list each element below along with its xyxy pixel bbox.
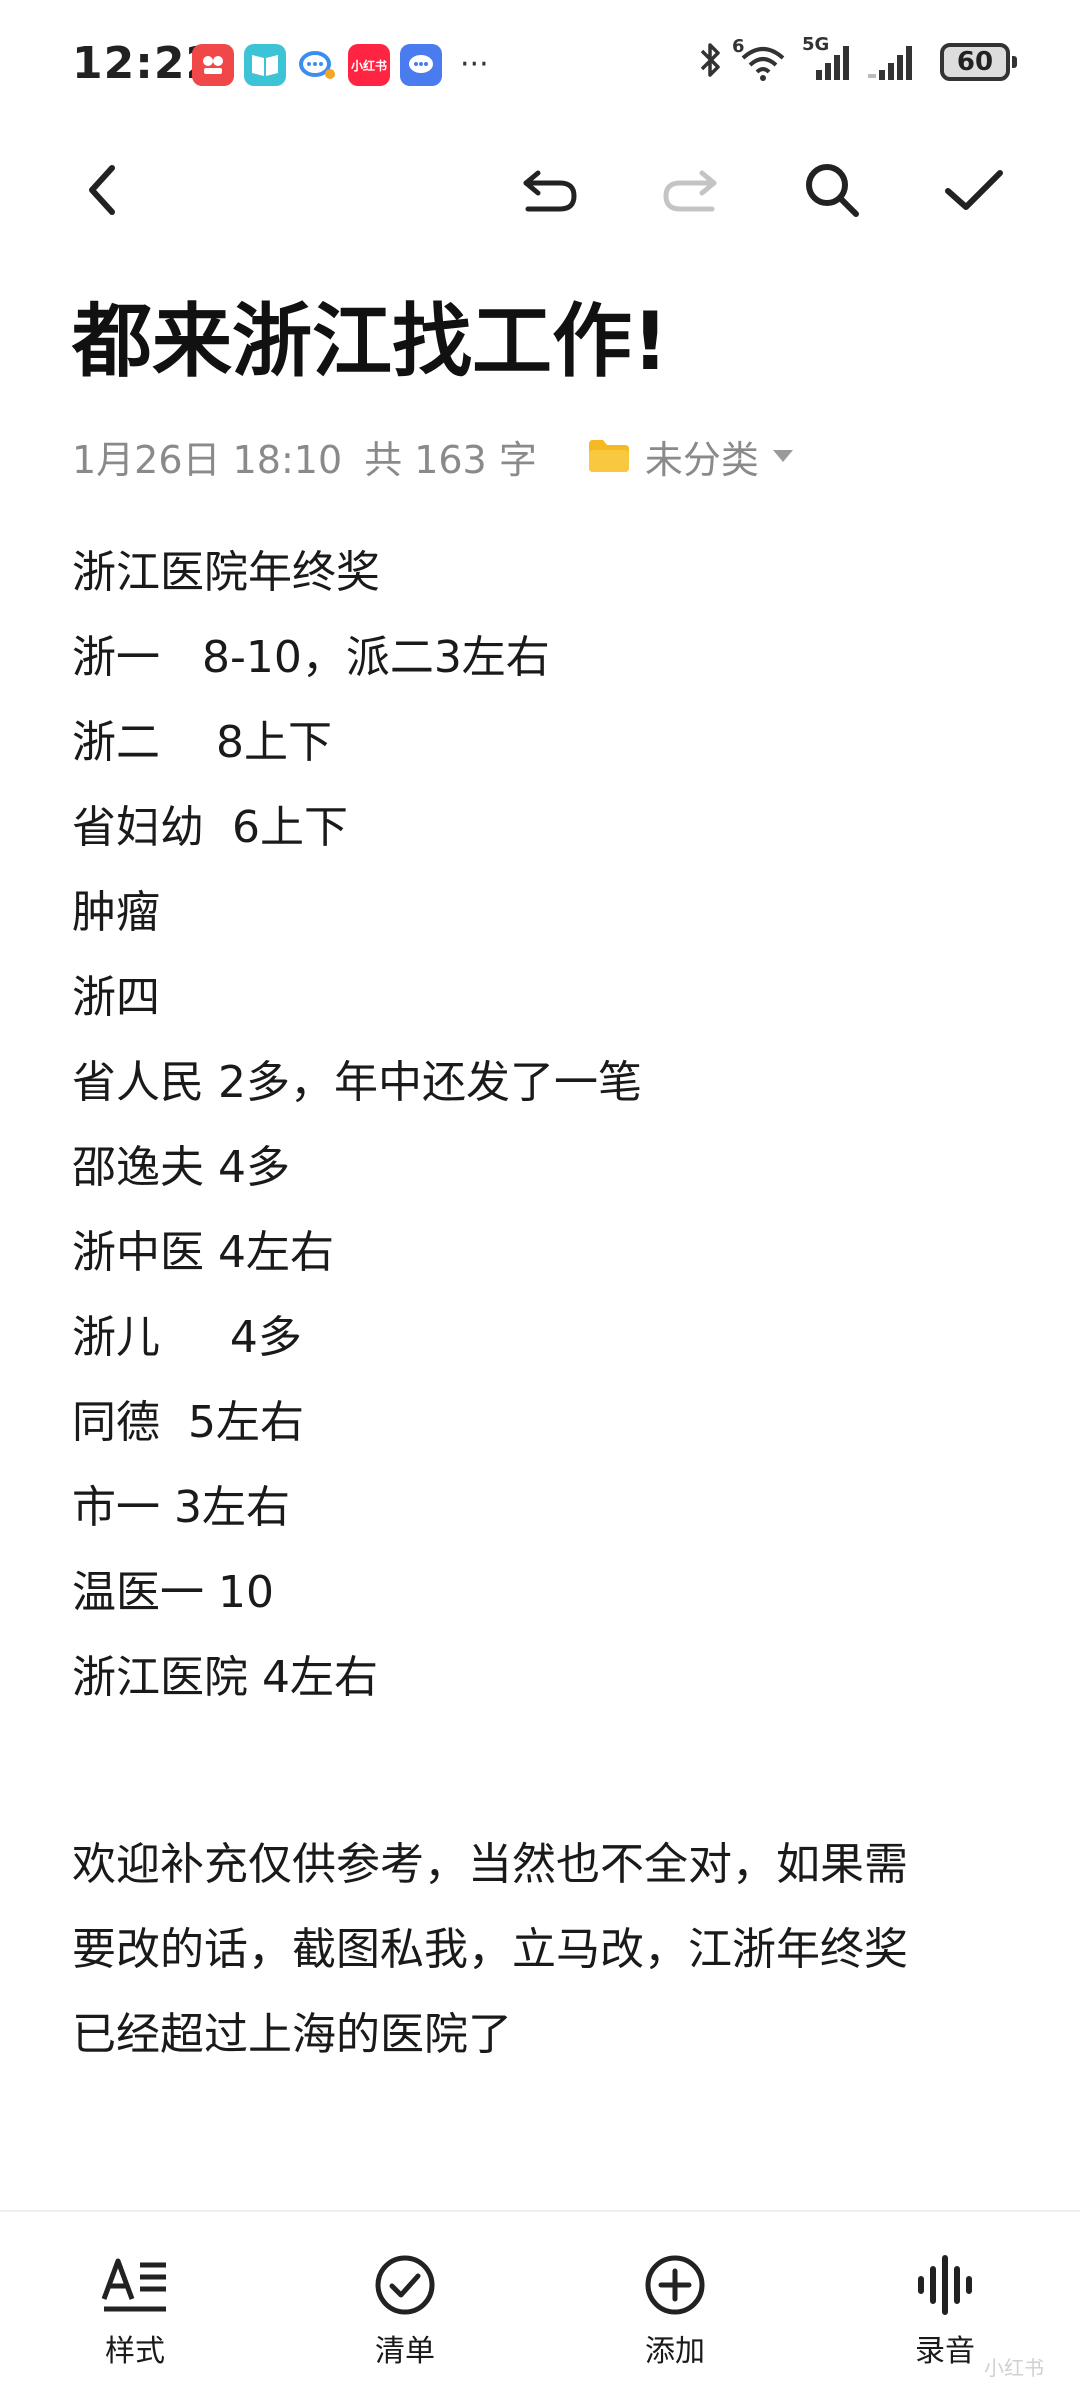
checklist-icon xyxy=(374,2250,436,2320)
chat-bubble-icon xyxy=(296,44,338,86)
note-date: 1月26日 18:10 xyxy=(72,437,343,482)
checklist-label: 清单 xyxy=(375,2334,435,2369)
bluetooth-icon xyxy=(696,40,724,84)
more-notifications-icon: ··· xyxy=(460,47,489,82)
check-icon xyxy=(945,170,1003,210)
folder-icon xyxy=(587,438,631,474)
note-line: 浙一 8-10，派二3左右 xyxy=(72,632,550,683)
redo-icon xyxy=(663,170,717,212)
watermark-label: 小红书 xyxy=(984,2356,1044,2380)
search-icon xyxy=(806,164,859,217)
xiaohongshu-label: 小红书 xyxy=(350,58,387,73)
wifi-icon: 6 xyxy=(732,36,788,82)
cell-signal-icon xyxy=(866,42,926,82)
status-bar: 12:22 小红书 ··· 6 5G 60 xyxy=(0,0,1080,130)
undo-button[interactable] xyxy=(500,140,600,240)
xiaohongshu-icon: 小红书 xyxy=(348,44,390,86)
note-line: 邵逸夫 4多 xyxy=(72,1142,290,1193)
caret-down-icon xyxy=(772,450,793,462)
note-paragraph: 欢迎补充仅供参考，当然也不全对，如果需 要改的话，截图私我，立马改，江浙年终奖 … xyxy=(72,1822,1012,2077)
note-line: 温医一 10 xyxy=(72,1567,274,1618)
battery-level: 60 xyxy=(956,47,994,77)
wifi-badge: 6 xyxy=(732,36,745,57)
style-label: 样式 xyxy=(105,2334,165,2369)
battery-indicator: 60 xyxy=(940,43,1017,81)
note-line: 浙二 8上下 xyxy=(72,717,332,768)
add-button[interactable]: 添加 xyxy=(595,2250,755,2370)
app-icon-red xyxy=(192,44,234,86)
paragraph-line: 要改的话，截图私我，立马改，江浙年终奖 xyxy=(72,1924,908,1975)
style-button[interactable]: 样式 xyxy=(55,2250,215,2370)
note-line: 浙江医院年终奖 xyxy=(72,547,380,598)
notification-icons: 小红书 ··· xyxy=(192,44,489,86)
bottom-toolbar: 样式 清单 添加 录音 小红书 xyxy=(0,2210,1080,2398)
note-title[interactable]: 都来浙江找工作! xyxy=(72,292,668,392)
text-style-icon xyxy=(100,2250,170,2320)
reader-icon xyxy=(244,44,286,86)
note-body[interactable]: 浙江医院年终奖 浙一 8-10，派二3左右 浙二 8上下 省妇幼 6上下 肿瘤 … xyxy=(72,530,1012,2077)
note-line: 同德 5左右 xyxy=(72,1397,304,1448)
note-line: 浙江医院 4左右 xyxy=(72,1652,378,1703)
network-type-label: 5G xyxy=(802,34,830,55)
undo-icon xyxy=(523,170,577,212)
note-line: 浙中医 4左右 xyxy=(72,1227,334,1278)
cell-signal-5g-icon: 5G xyxy=(802,34,852,82)
back-icon xyxy=(89,165,115,215)
paragraph-line: 已经超过上海的医院了 xyxy=(72,2009,512,2060)
editor-toolbar xyxy=(0,140,1080,240)
record-label: 录音 xyxy=(915,2334,975,2369)
checklist-button[interactable]: 清单 xyxy=(325,2250,485,2370)
add-label: 添加 xyxy=(645,2334,705,2369)
note-line: 省人民 2多，年中还发了一笔 xyxy=(72,1057,642,1108)
redo-button[interactable] xyxy=(640,140,740,240)
message-icon xyxy=(400,44,442,86)
system-icons: 6 5G 60 xyxy=(696,34,1017,84)
note-line: 浙四 xyxy=(72,972,160,1023)
paragraph-line: 欢迎补充仅供参考，当然也不全对，如果需 xyxy=(72,1839,908,1890)
back-button[interactable] xyxy=(52,140,152,240)
folder-selector[interactable]: 未分类 xyxy=(587,429,793,484)
audio-wave-icon xyxy=(914,2250,976,2320)
folder-label: 未分类 xyxy=(644,437,759,482)
add-icon xyxy=(644,2250,706,2320)
note-line: 浙儿 4多 xyxy=(72,1312,302,1363)
search-button[interactable] xyxy=(782,140,882,240)
word-count: 共 163 字 xyxy=(364,437,537,482)
done-button[interactable] xyxy=(924,140,1024,240)
note-meta: 1月26日 18:10 共 163 字 未分类 xyxy=(72,426,793,486)
note-line: 肿瘤 xyxy=(72,887,160,938)
watermark: 小红书 xyxy=(984,2352,1044,2381)
note-line: 市一 3左右 xyxy=(72,1482,290,1533)
note-line: 省妇幼 6上下 xyxy=(72,802,348,853)
